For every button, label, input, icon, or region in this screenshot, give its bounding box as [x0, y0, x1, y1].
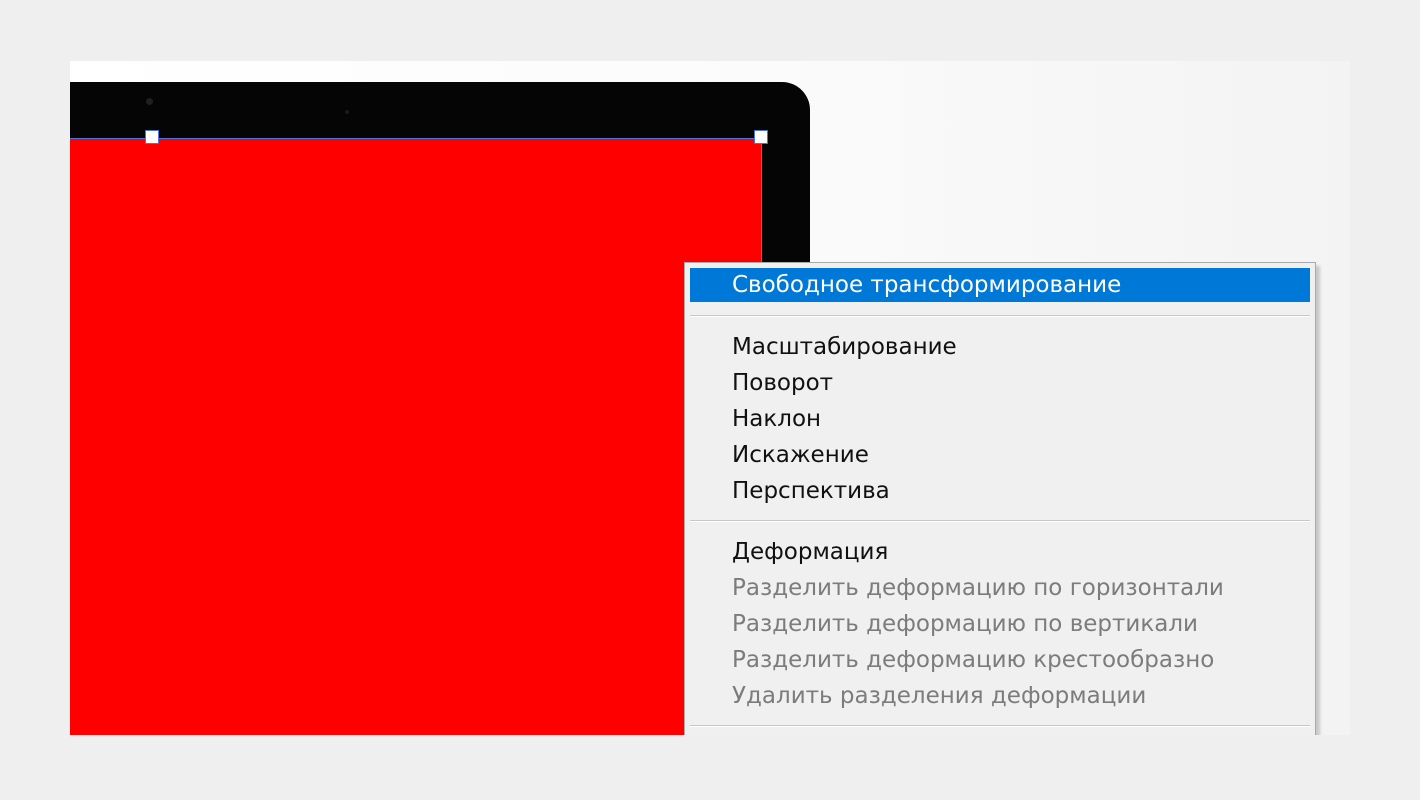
- menu-item-perspective[interactable]: Перспектива: [690, 474, 1310, 508]
- menu-item-remove-warp-split: Удалить разделения деформации: [732, 683, 1147, 709]
- menu-item-free-transform[interactable]: Свободное трансформирование: [690, 268, 1310, 302]
- transform-handle-top-left[interactable]: [145, 130, 159, 144]
- menu-item-split-warp-vertical: Разделить деформацию по вертикали: [732, 611, 1198, 637]
- camera-dot: [146, 98, 153, 105]
- menu-item-distort[interactable]: Искажение: [690, 438, 1310, 472]
- menu-item-skew[interactable]: Наклон: [690, 402, 1310, 436]
- red-shape-layer[interactable]: [70, 138, 762, 735]
- menu-item-scale[interactable]: Масштабирование: [690, 330, 1310, 364]
- menu-item-split-warp-crosswise: Разделить деформацию крестообразно: [732, 647, 1215, 673]
- transform-handle-top-right[interactable]: [754, 130, 768, 144]
- menu-separator: [690, 520, 1310, 522]
- transform-context-menu[interactable]: Свободное трансформирование Масштабирова…: [684, 262, 1316, 735]
- menu-item-split-warp-horizontal: Разделить деформацию по горизонтали: [732, 575, 1224, 601]
- menu-separator: [690, 725, 1310, 727]
- menu-item-rotate[interactable]: Поворот: [690, 366, 1310, 400]
- sensor-dot: [345, 110, 349, 114]
- menu-item-warp[interactable]: Деформация: [690, 535, 1310, 569]
- menu-separator: [690, 315, 1310, 317]
- screenshot-frame: Свободное трансформирование Масштабирова…: [70, 61, 1350, 735]
